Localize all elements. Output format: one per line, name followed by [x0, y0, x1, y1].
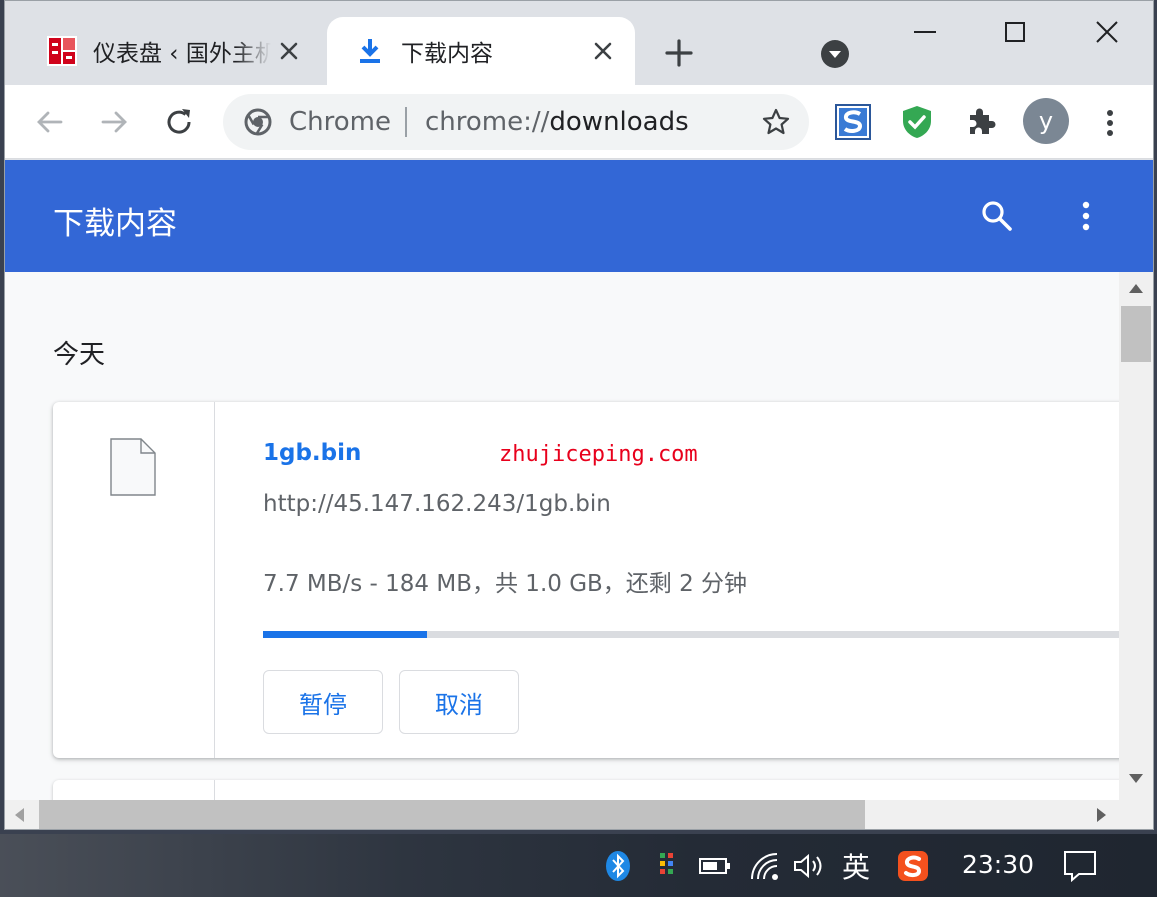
- bluetooth-icon[interactable]: [604, 850, 632, 882]
- bookmark-star-icon[interactable]: [761, 107, 791, 137]
- site-favicon-icon: [45, 34, 79, 68]
- scroll-up-arrow-icon[interactable]: [1129, 284, 1143, 293]
- tab-search-icon[interactable]: [820, 39, 850, 69]
- close-icon[interactable]: [275, 37, 303, 65]
- reload-button[interactable]: [160, 103, 198, 141]
- more-menu-icon[interactable]: [1095, 105, 1125, 141]
- taskbar: 英 23:30: [0, 834, 1157, 897]
- minimize-button[interactable]: [905, 15, 945, 51]
- chrome-logo-icon: [243, 107, 273, 137]
- taskbar-clock[interactable]: 23:30: [962, 850, 1034, 879]
- download-status: 7.7 MB/s - 184 MB，共 1.0 GB，还剩 2 分钟: [263, 571, 748, 597]
- address-bar[interactable]: Chrome chrome://downloads: [223, 94, 809, 150]
- omnibox-chip-label: Chrome: [289, 107, 391, 137]
- browser-toolbar: Chrome chrome://downloads y: [5, 85, 1153, 159]
- page-title: 下载内容: [53, 206, 177, 242]
- tab-title: 仪表盘 ‹ 国外主机: [93, 41, 271, 67]
- download-item: 1gb.bin zhujiceping.com http://45.147.16…: [53, 402, 1119, 758]
- scroll-left-arrow-icon[interactable]: [15, 808, 24, 822]
- watermark-text: zhujiceping.com: [499, 442, 698, 467]
- new-tab-button[interactable]: [659, 33, 699, 73]
- close-window-button[interactable]: [1087, 15, 1127, 51]
- search-icon[interactable]: [979, 198, 1015, 234]
- downloads-header: 下载内容: [5, 160, 1153, 272]
- tab-title: 下载内容: [401, 41, 493, 67]
- close-icon[interactable]: [589, 37, 617, 65]
- scroll-thumb[interactable]: [39, 800, 865, 829]
- url-scheme: chrome://: [424, 107, 550, 137]
- pause-button[interactable]: 暂停: [263, 670, 383, 734]
- maximize-button[interactable]: [995, 15, 1035, 51]
- app-tray-icon[interactable]: [654, 850, 680, 882]
- notification-center-icon[interactable]: [1062, 850, 1098, 882]
- cancel-button[interactable]: 取消: [399, 670, 519, 734]
- file-icon-column: [53, 780, 215, 800]
- omnibox-url: chrome://downloads: [425, 107, 689, 137]
- more-actions-icon[interactable]: [1071, 198, 1101, 234]
- forward-button[interactable]: [95, 103, 133, 141]
- extension-s-icon[interactable]: [835, 104, 871, 140]
- scroll-right-arrow-icon[interactable]: [1097, 808, 1106, 822]
- profile-avatar[interactable]: y: [1023, 98, 1069, 144]
- date-section-label: 今天: [53, 340, 106, 370]
- sogou-ime-icon[interactable]: [896, 850, 930, 882]
- battery-icon[interactable]: [698, 850, 732, 882]
- scroll-down-arrow-icon[interactable]: [1129, 774, 1143, 783]
- downloads-list: 今天 1gb.bin zhujiceping.com http://45.147…: [5, 272, 1119, 800]
- omnibox-separator: [404, 107, 407, 137]
- horizontal-scrollbar[interactable]: [5, 800, 1153, 829]
- tab-downloads[interactable]: 下载内容: [327, 17, 635, 85]
- browser-window: 仪表盘 ‹ 国外主机 下载内容 Chrome chrome://download…: [4, 0, 1154, 830]
- download-icon: [353, 34, 387, 68]
- file-icon: [110, 438, 156, 496]
- back-button[interactable]: [31, 103, 69, 141]
- file-name-link[interactable]: 1gb.bin: [263, 440, 361, 466]
- wifi-icon[interactable]: [748, 850, 782, 882]
- tab-strip: 仪表盘 ‹ 国外主机 下载内容: [5, 1, 1153, 85]
- scroll-thumb[interactable]: [1121, 306, 1151, 362]
- download-item: [53, 780, 1119, 800]
- shield-check-icon[interactable]: [899, 104, 935, 140]
- file-source-url[interactable]: http://45.147.162.243/1gb.bin: [263, 491, 611, 517]
- extensions-puzzle-icon[interactable]: [963, 104, 999, 140]
- tab-dashboard[interactable]: 仪表盘 ‹ 国外主机: [11, 17, 321, 85]
- vertical-scrollbar[interactable]: [1119, 272, 1153, 800]
- download-progress-fill: [263, 631, 427, 638]
- file-icon-column: [53, 402, 215, 758]
- volume-icon[interactable]: [792, 850, 826, 882]
- download-progress-bar: [263, 631, 1119, 638]
- input-method-label[interactable]: 英: [838, 850, 874, 884]
- url-host: downloads: [549, 107, 689, 137]
